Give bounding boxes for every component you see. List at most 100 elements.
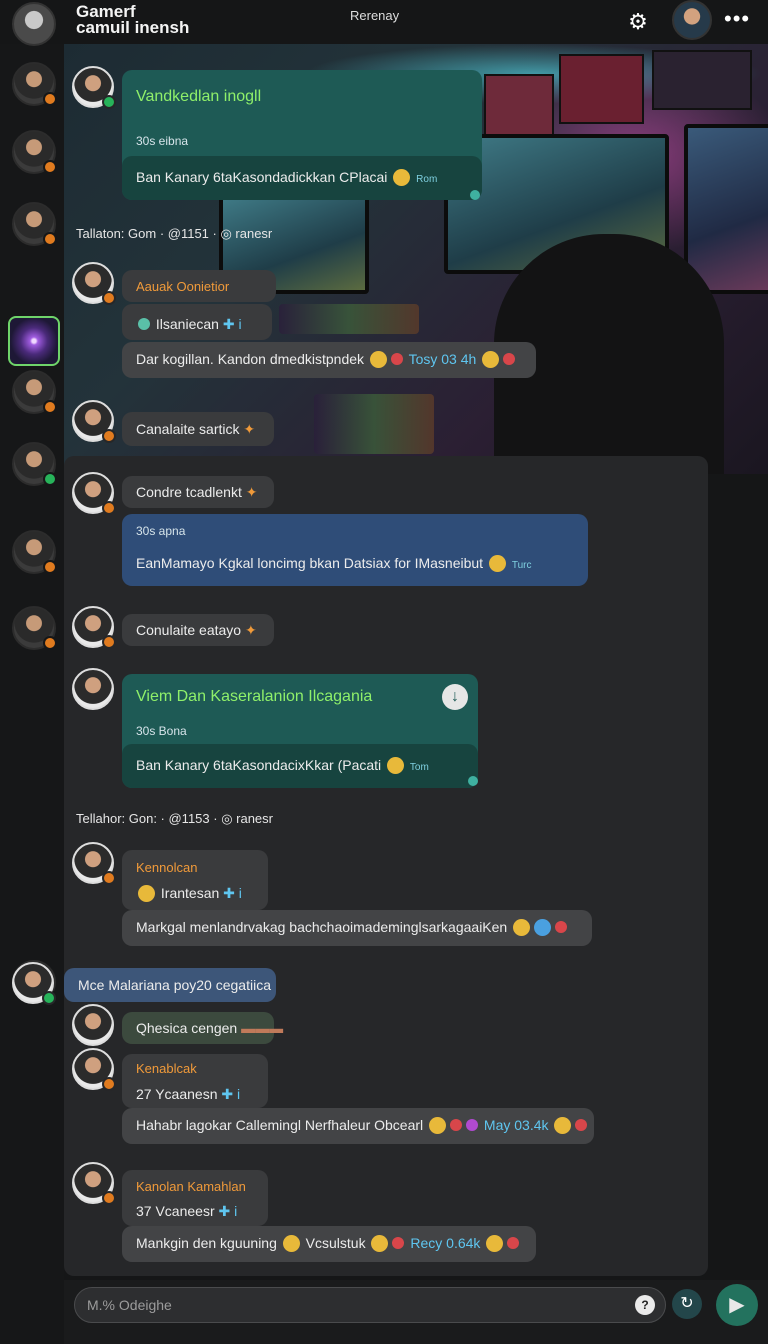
- message-body: Hahabr lagokar Callemingl Nerfhaleur Obc…: [136, 1116, 589, 1135]
- read-tick-icon: [468, 776, 478, 786]
- user-avatar[interactable]: [672, 0, 712, 40]
- system-line: Tallaton: Gom · @1151 · ◎ ranesr: [76, 226, 273, 241]
- status-badge: [102, 1191, 116, 1205]
- message-avatar[interactable]: [72, 66, 116, 109]
- emoji-icon: [390, 353, 403, 366]
- send-icon[interactable]: ▶: [716, 1284, 758, 1326]
- message-meta: 30s Bona: [136, 724, 187, 738]
- message-input-wrapper: ?: [74, 1287, 666, 1323]
- sidebar-contact[interactable]: [12, 130, 57, 174]
- status-badge: [43, 160, 57, 174]
- system-line: Tellahor: Gon: · @1153 · ◎ ranesr: [76, 811, 273, 826]
- status-badge: [43, 560, 57, 574]
- status-icon: [138, 318, 150, 331]
- message-avatar[interactable]: [72, 400, 116, 443]
- sidebar-contact[interactable]: [12, 370, 57, 414]
- emoji-icon: [393, 168, 411, 186]
- message-body: Ban Kanary 6taKasondadickkan CPlacai Rom: [136, 168, 438, 186]
- sender-name: Kennolcan: [136, 860, 198, 875]
- emoji-icon: [534, 918, 552, 936]
- status-badge: [102, 291, 116, 305]
- message-meta: 30s apna: [136, 524, 186, 538]
- header-center-label: Rerenay: [350, 8, 400, 23]
- sidebar-contact[interactable]: [12, 530, 57, 574]
- status-badge: [102, 501, 116, 515]
- wall-poster: [652, 50, 752, 110]
- message-sub: 37 Vcaneesr ✚ i: [136, 1203, 238, 1219]
- emoji-icon: [371, 1234, 389, 1252]
- emoji-icon: [507, 1237, 520, 1250]
- emoji-icon: [555, 921, 568, 934]
- message-avatar[interactable]: [72, 1162, 116, 1205]
- sidebar-channel-active[interactable]: [8, 316, 60, 366]
- emoji-icon: [503, 353, 516, 366]
- composer-bar: ? ↻ ▶: [64, 1280, 768, 1344]
- message-body: Mankgin den kguuning Vcsulstuk Recy 0.64…: [136, 1234, 521, 1253]
- message-body: Dar kogillan. Kandon dmedkistpndek Tosy …: [136, 350, 517, 369]
- status-badge: [102, 871, 116, 885]
- sender-name: Kanolan Kamahlan: [136, 1179, 246, 1194]
- message-avatar[interactable]: [72, 472, 116, 515]
- message-card: [122, 514, 588, 586]
- message-body: Qhesica cengen ▬▬▬: [136, 1020, 284, 1036]
- emoji-icon: [369, 350, 387, 368]
- message-title: Viem Dan Kaseralanion Ilcagania: [136, 688, 373, 705]
- message-avatar[interactable]: [12, 962, 56, 1005]
- status-badge: [102, 1077, 116, 1091]
- message-body: EanMamayo Kgkal loncimg bkan Datsiax for…: [136, 554, 532, 572]
- message-title: Vandkedlan inogll: [136, 88, 262, 105]
- sender-name: Kenablcak: [136, 1061, 197, 1076]
- top-bar: Gamerf camuil inensh Rerenay ⚙ •••: [0, 0, 768, 46]
- message-body: Canalaite sartick ✦: [136, 421, 256, 437]
- status-badge: [102, 429, 116, 443]
- message-avatar[interactable]: [72, 1004, 114, 1046]
- refresh-icon[interactable]: ↻: [672, 1289, 702, 1319]
- message-body: Ban Kanary 6taKasondacixKkar (Pacati Tom: [136, 756, 429, 774]
- keyboard-rgb: [314, 394, 434, 454]
- emoji-icon: [486, 1234, 504, 1252]
- sidebar: [0, 44, 64, 1344]
- sidebar-contact[interactable]: [12, 442, 57, 486]
- sender-name: Aauak Oonietior: [136, 279, 230, 294]
- message-meta: 30s eibna: [136, 134, 189, 148]
- status-badge: [43, 636, 57, 650]
- status-badge: [102, 635, 116, 649]
- sidebar-contact[interactable]: [12, 606, 57, 650]
- message-body: Mce Malariana poy20 cegatiica: [78, 977, 271, 993]
- wall-poster: [559, 54, 644, 124]
- status-badge: [42, 991, 56, 1005]
- emoji-icon: [554, 1116, 572, 1134]
- emoji-icon: [387, 756, 405, 774]
- emoji-icon: [450, 1119, 463, 1132]
- monitor-right: [684, 124, 768, 294]
- status-badge: [43, 232, 57, 246]
- message-body: Markgal menlandrvakag bachchaoimademingl…: [136, 918, 569, 937]
- message-avatar[interactable]: [72, 842, 116, 885]
- more-icon[interactable]: •••: [724, 6, 750, 32]
- sidebar-contact[interactable]: [12, 202, 57, 246]
- message-avatar[interactable]: [72, 606, 116, 649]
- gear-icon[interactable]: ⚙: [626, 10, 650, 34]
- message-sub: Ilsaniecan ✚ i: [136, 316, 242, 333]
- message-avatar[interactable]: [72, 262, 116, 305]
- status-badge: [43, 400, 57, 414]
- message-sub: Irantesan ✚ i: [136, 884, 242, 903]
- status-badge: [43, 92, 57, 106]
- profile-avatar[interactable]: [12, 2, 56, 46]
- keyboard: [279, 304, 419, 334]
- emoji-icon: [466, 1119, 479, 1132]
- message-avatar[interactable]: [72, 668, 114, 710]
- message-body: Condre tcadlenkt ✦: [136, 484, 258, 500]
- sidebar-contact[interactable]: [12, 62, 57, 106]
- emoji-icon: [513, 918, 531, 936]
- mic-icon[interactable]: ?: [635, 1295, 655, 1315]
- read-tick-icon: [470, 190, 480, 200]
- status-badge: [43, 472, 57, 486]
- emoji-icon: [282, 1234, 300, 1252]
- emoji-icon: [488, 554, 506, 572]
- app-title: Gamerf camuil inensh: [76, 2, 190, 37]
- emoji-icon: [138, 884, 155, 902]
- message-avatar[interactable]: [72, 1048, 116, 1091]
- message-input[interactable]: [87, 1288, 627, 1322]
- download-icon[interactable]: ↓: [442, 684, 468, 710]
